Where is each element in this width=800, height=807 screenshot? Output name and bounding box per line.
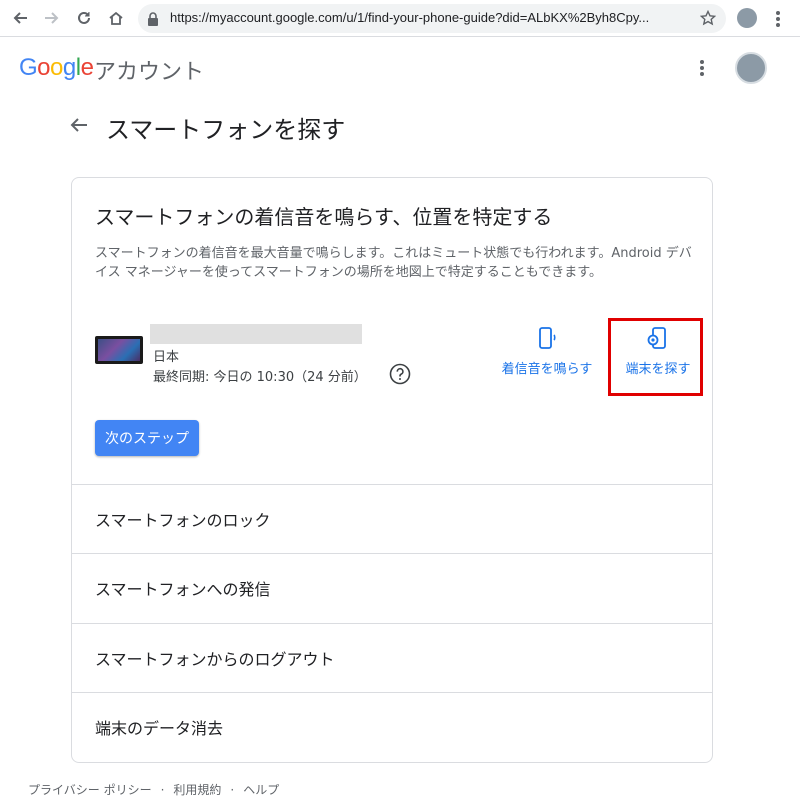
- option-call-phone[interactable]: スマートフォンへの発信: [72, 553, 712, 622]
- avatar[interactable]: [735, 52, 767, 84]
- bookmark-star-icon[interactable]: [699, 9, 717, 30]
- device-last-sync: 最終同期: 今日の 10:30（24 分前）: [153, 370, 367, 385]
- back-arrow-icon[interactable]: [68, 114, 90, 136]
- option-lock-phone[interactable]: スマートフォンのロック: [72, 484, 712, 553]
- more-options-icon[interactable]: [692, 56, 712, 80]
- option-erase-device[interactable]: 端末のデータ消去: [72, 692, 712, 761]
- reload-icon[interactable]: [73, 7, 95, 29]
- privacy-policy-link[interactable]: プライバシー ポリシー: [28, 781, 152, 798]
- forward-nav-icon[interactable]: [41, 7, 63, 29]
- option-sign-out[interactable]: スマートフォンからのログアウト: [72, 623, 712, 692]
- card-title: スマートフォンの着信音を鳴らす、位置を特定する: [95, 205, 553, 229]
- device-name-redacted: [150, 324, 362, 344]
- back-nav-icon[interactable]: [9, 7, 31, 29]
- lock-icon: [147, 11, 159, 30]
- highlight-annotation: [608, 318, 703, 396]
- footer-separator: ·: [230, 783, 235, 797]
- home-icon[interactable]: [105, 7, 127, 29]
- footer: プライバシー ポリシー · 利用規約 · ヘルプ: [28, 781, 279, 798]
- next-step-button[interactable]: 次のステップ: [95, 420, 199, 456]
- card-description: スマートフォンの着信音を最大音量で鳴らします。これはミュート状態でも行われます。…: [95, 246, 692, 280]
- footer-separator: ·: [160, 783, 165, 797]
- ring-phone-label: 着信音を鳴らす: [501, 362, 593, 377]
- account-label: アカウント: [94, 60, 205, 85]
- phone-ring-icon: [535, 326, 559, 350]
- browser-menu-icon[interactable]: [770, 8, 786, 30]
- page-title: スマートフォンを探す: [106, 116, 346, 144]
- phone-thumbnail: [95, 336, 143, 364]
- help-icon[interactable]: [389, 363, 411, 385]
- terms-link[interactable]: 利用規約: [173, 781, 221, 798]
- browser-toolbar: https://myaccount.google.com/u/1/find-yo…: [0, 0, 800, 37]
- browser-profile-icon[interactable]: [737, 8, 757, 28]
- device-country: 日本: [153, 350, 180, 365]
- url-text: https://myaccount.google.com/u/1/find-yo…: [170, 10, 650, 25]
- help-link[interactable]: ヘルプ: [243, 781, 279, 798]
- ring-phone-button[interactable]: 着信音を鳴らす: [492, 326, 602, 377]
- phone-guide-card: スマートフォンの着信音を鳴らす、位置を特定する スマートフォンの着信音を最大音量…: [71, 177, 713, 763]
- google-logo[interactable]: Google: [19, 54, 94, 82]
- address-bar[interactable]: https://myaccount.google.com/u/1/find-yo…: [138, 4, 726, 33]
